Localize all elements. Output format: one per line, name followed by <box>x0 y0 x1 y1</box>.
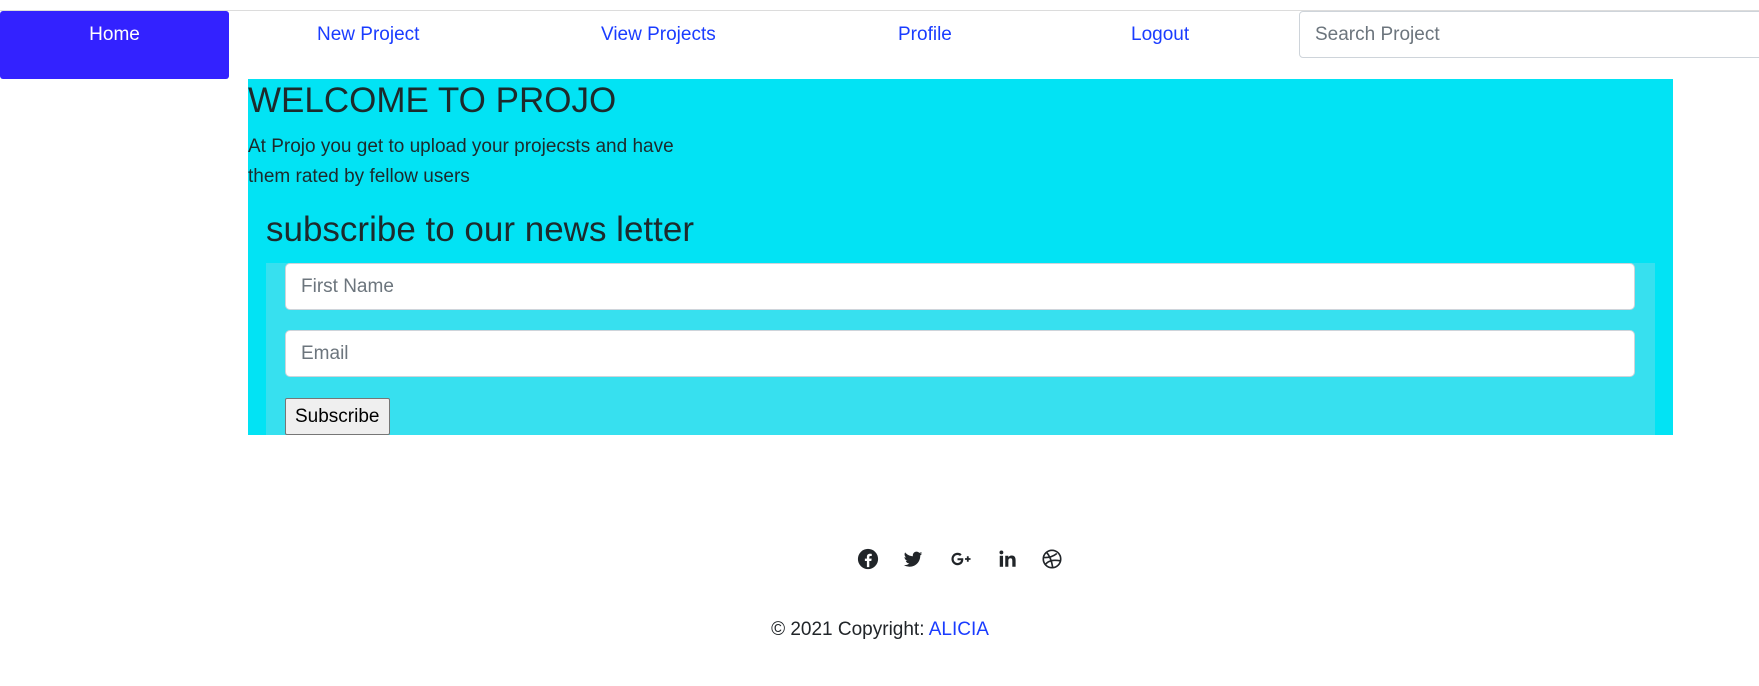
top-navbar: Home New Project View Projects Profile L… <box>0 0 1759 80</box>
hero-description: At Projo you get to upload your projecst… <box>248 136 674 187</box>
linkedin-icon[interactable] <box>996 547 1020 571</box>
search-input[interactable] <box>1299 11 1759 58</box>
twitter-icon[interactable] <box>901 547 925 571</box>
newsletter-form: Subscribe <box>266 263 1655 435</box>
newsletter-title: subscribe to our news letter <box>266 210 694 249</box>
footer: © 2021 Copyright: ALICIA <box>0 619 1759 641</box>
nav-logout-link[interactable]: Logout <box>1131 24 1189 46</box>
nav-home-link[interactable]: Home <box>0 11 229 79</box>
google-plus-icon[interactable] <box>949 547 973 571</box>
subscribe-button[interactable]: Subscribe <box>285 398 390 435</box>
hero-section: WELCOME TO PROJO At Projo you get to upl… <box>248 79 1673 435</box>
email-field[interactable] <box>285 330 1635 377</box>
dribbble-icon[interactable] <box>1040 547 1064 571</box>
nav-view-projects-link[interactable]: View Projects <box>601 24 716 46</box>
first-name-field[interactable] <box>285 263 1635 310</box>
nav-profile-link[interactable]: Profile <box>898 24 952 46</box>
nav-new-project-link[interactable]: New Project <box>317 24 419 46</box>
author-link[interactable]: ALICIA <box>929 619 989 640</box>
facebook-icon[interactable] <box>856 547 880 571</box>
copyright-text: © 2021 Copyright: <box>771 619 929 640</box>
page-title: WELCOME TO PROJO <box>248 81 617 120</box>
social-links <box>0 547 1759 571</box>
